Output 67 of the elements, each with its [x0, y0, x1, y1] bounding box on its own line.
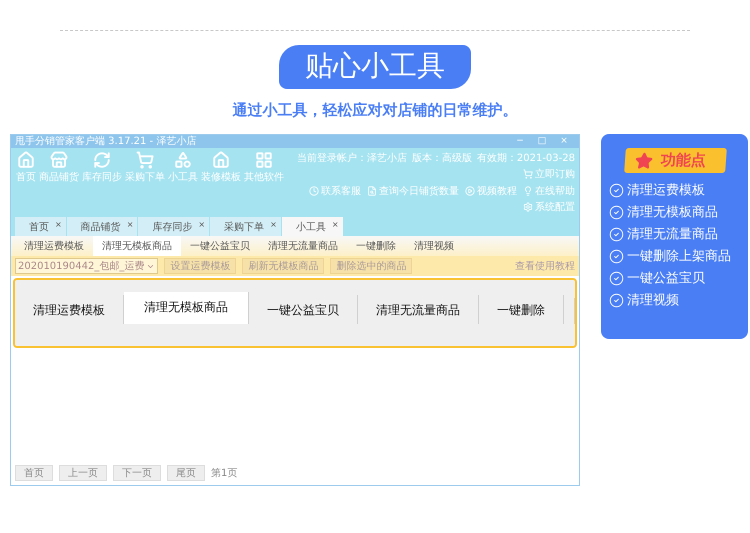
help-link[interactable]: 查看使用教程: [515, 259, 575, 273]
zoomed-tab[interactable]: 一键公益宝贝: [249, 295, 358, 324]
zoomed-tab[interactable]: 清理无模板商品: [124, 292, 249, 324]
sync-icon: [93, 151, 111, 169]
check-circle-icon: [609, 292, 624, 308]
close-icon[interactable]: ×: [126, 220, 134, 229]
sub-tab[interactable]: 一键删除: [347, 236, 405, 256]
sub-tab[interactable]: 清理无流量商品: [259, 236, 347, 256]
store-icon: [50, 151, 68, 169]
check-circle-icon: [609, 182, 624, 198]
cart-icon: [136, 151, 154, 169]
check-circle-icon: [609, 270, 624, 286]
clock-icon: [309, 186, 319, 196]
tab-label: 采购下单: [224, 220, 264, 234]
page-label: 第1页: [211, 467, 238, 480]
check-circle-icon: [609, 204, 624, 220]
window-control[interactable]: □: [531, 135, 553, 148]
close-icon[interactable]: ×: [55, 220, 62, 229]
feature-item: 清理无流量商品: [627, 226, 718, 243]
sub-tab[interactable]: 清理运费模板: [15, 236, 93, 256]
sub-tab[interactable]: 清理视频: [405, 236, 463, 256]
tab[interactable]: 库存同步 ×: [138, 217, 210, 236]
account-label: 当前登录帐户：泽艺小店: [296, 152, 407, 165]
star-icon: [634, 152, 654, 170]
zoomed-tab[interactable]: 一键删除: [479, 295, 564, 324]
zoomed-tab[interactable]: 清理无流量商品: [358, 295, 479, 324]
tab-label: 库存同步: [152, 220, 192, 234]
close-icon[interactable]: ×: [198, 220, 206, 229]
tab-label: 商品铺货: [80, 220, 121, 234]
apps-icon: [255, 151, 273, 169]
feature-item: 清理视频: [627, 292, 679, 309]
close-icon[interactable]: ×: [270, 220, 277, 229]
subtitle: 通过小工具，轻松应对对店铺的日常维护。: [232, 101, 518, 120]
pager-button[interactable]: 首页: [15, 465, 53, 481]
action-button[interactable]: 刷新无模板商品: [242, 258, 324, 274]
sub-tab[interactable]: 清理无模板商品: [93, 236, 181, 256]
check-circle-icon: [609, 226, 624, 242]
pager-button[interactable]: 上一页: [59, 465, 107, 481]
expiry-label: 有效期：2021-03-28: [476, 152, 575, 165]
sub-tab[interactable]: 一键公益宝贝: [181, 236, 259, 256]
video-icon: [465, 186, 475, 196]
check-circle-icon: [609, 248, 624, 264]
section-title: 贴心小工具: [279, 45, 471, 89]
close-icon[interactable]: ×: [332, 220, 339, 229]
window-control[interactable]: ×: [553, 135, 575, 148]
action-button[interactable]: 删除选中的商品: [330, 258, 412, 274]
feature-item: 一键删除上架商品: [627, 248, 731, 265]
cart-icon: [523, 169, 533, 179]
tab-label: 首页: [29, 221, 49, 234]
version-label: 版本：高级版: [412, 152, 472, 165]
tab[interactable]: 商品铺货 ×: [66, 217, 138, 236]
pager-button[interactable]: 下一页: [113, 465, 161, 481]
tab[interactable]: 首页 ×: [15, 217, 66, 236]
action-button[interactable]: 设置运费模板: [164, 258, 236, 274]
feature-item: 清理运费模板: [627, 182, 705, 199]
tab[interactable]: 采购下单 ×: [210, 217, 281, 236]
tab-label: 小工具: [296, 220, 326, 234]
pager-button[interactable]: 尾页: [167, 465, 205, 481]
feature-item: 一键公益宝贝: [627, 270, 705, 287]
badge-label: 功能点: [660, 151, 707, 170]
settings-icon: [523, 202, 533, 212]
template-select[interactable]: 202010190442_包邮_运费: [15, 258, 158, 274]
home-icon: [17, 151, 35, 169]
window-title: 甩手分销管家客户端 3.17.21 - 泽艺小店: [15, 135, 198, 148]
window-control[interactable]: −: [509, 135, 531, 148]
tab[interactable]: 小工具 ×: [282, 217, 343, 236]
feature-item: 清理无模板商品: [627, 204, 718, 221]
